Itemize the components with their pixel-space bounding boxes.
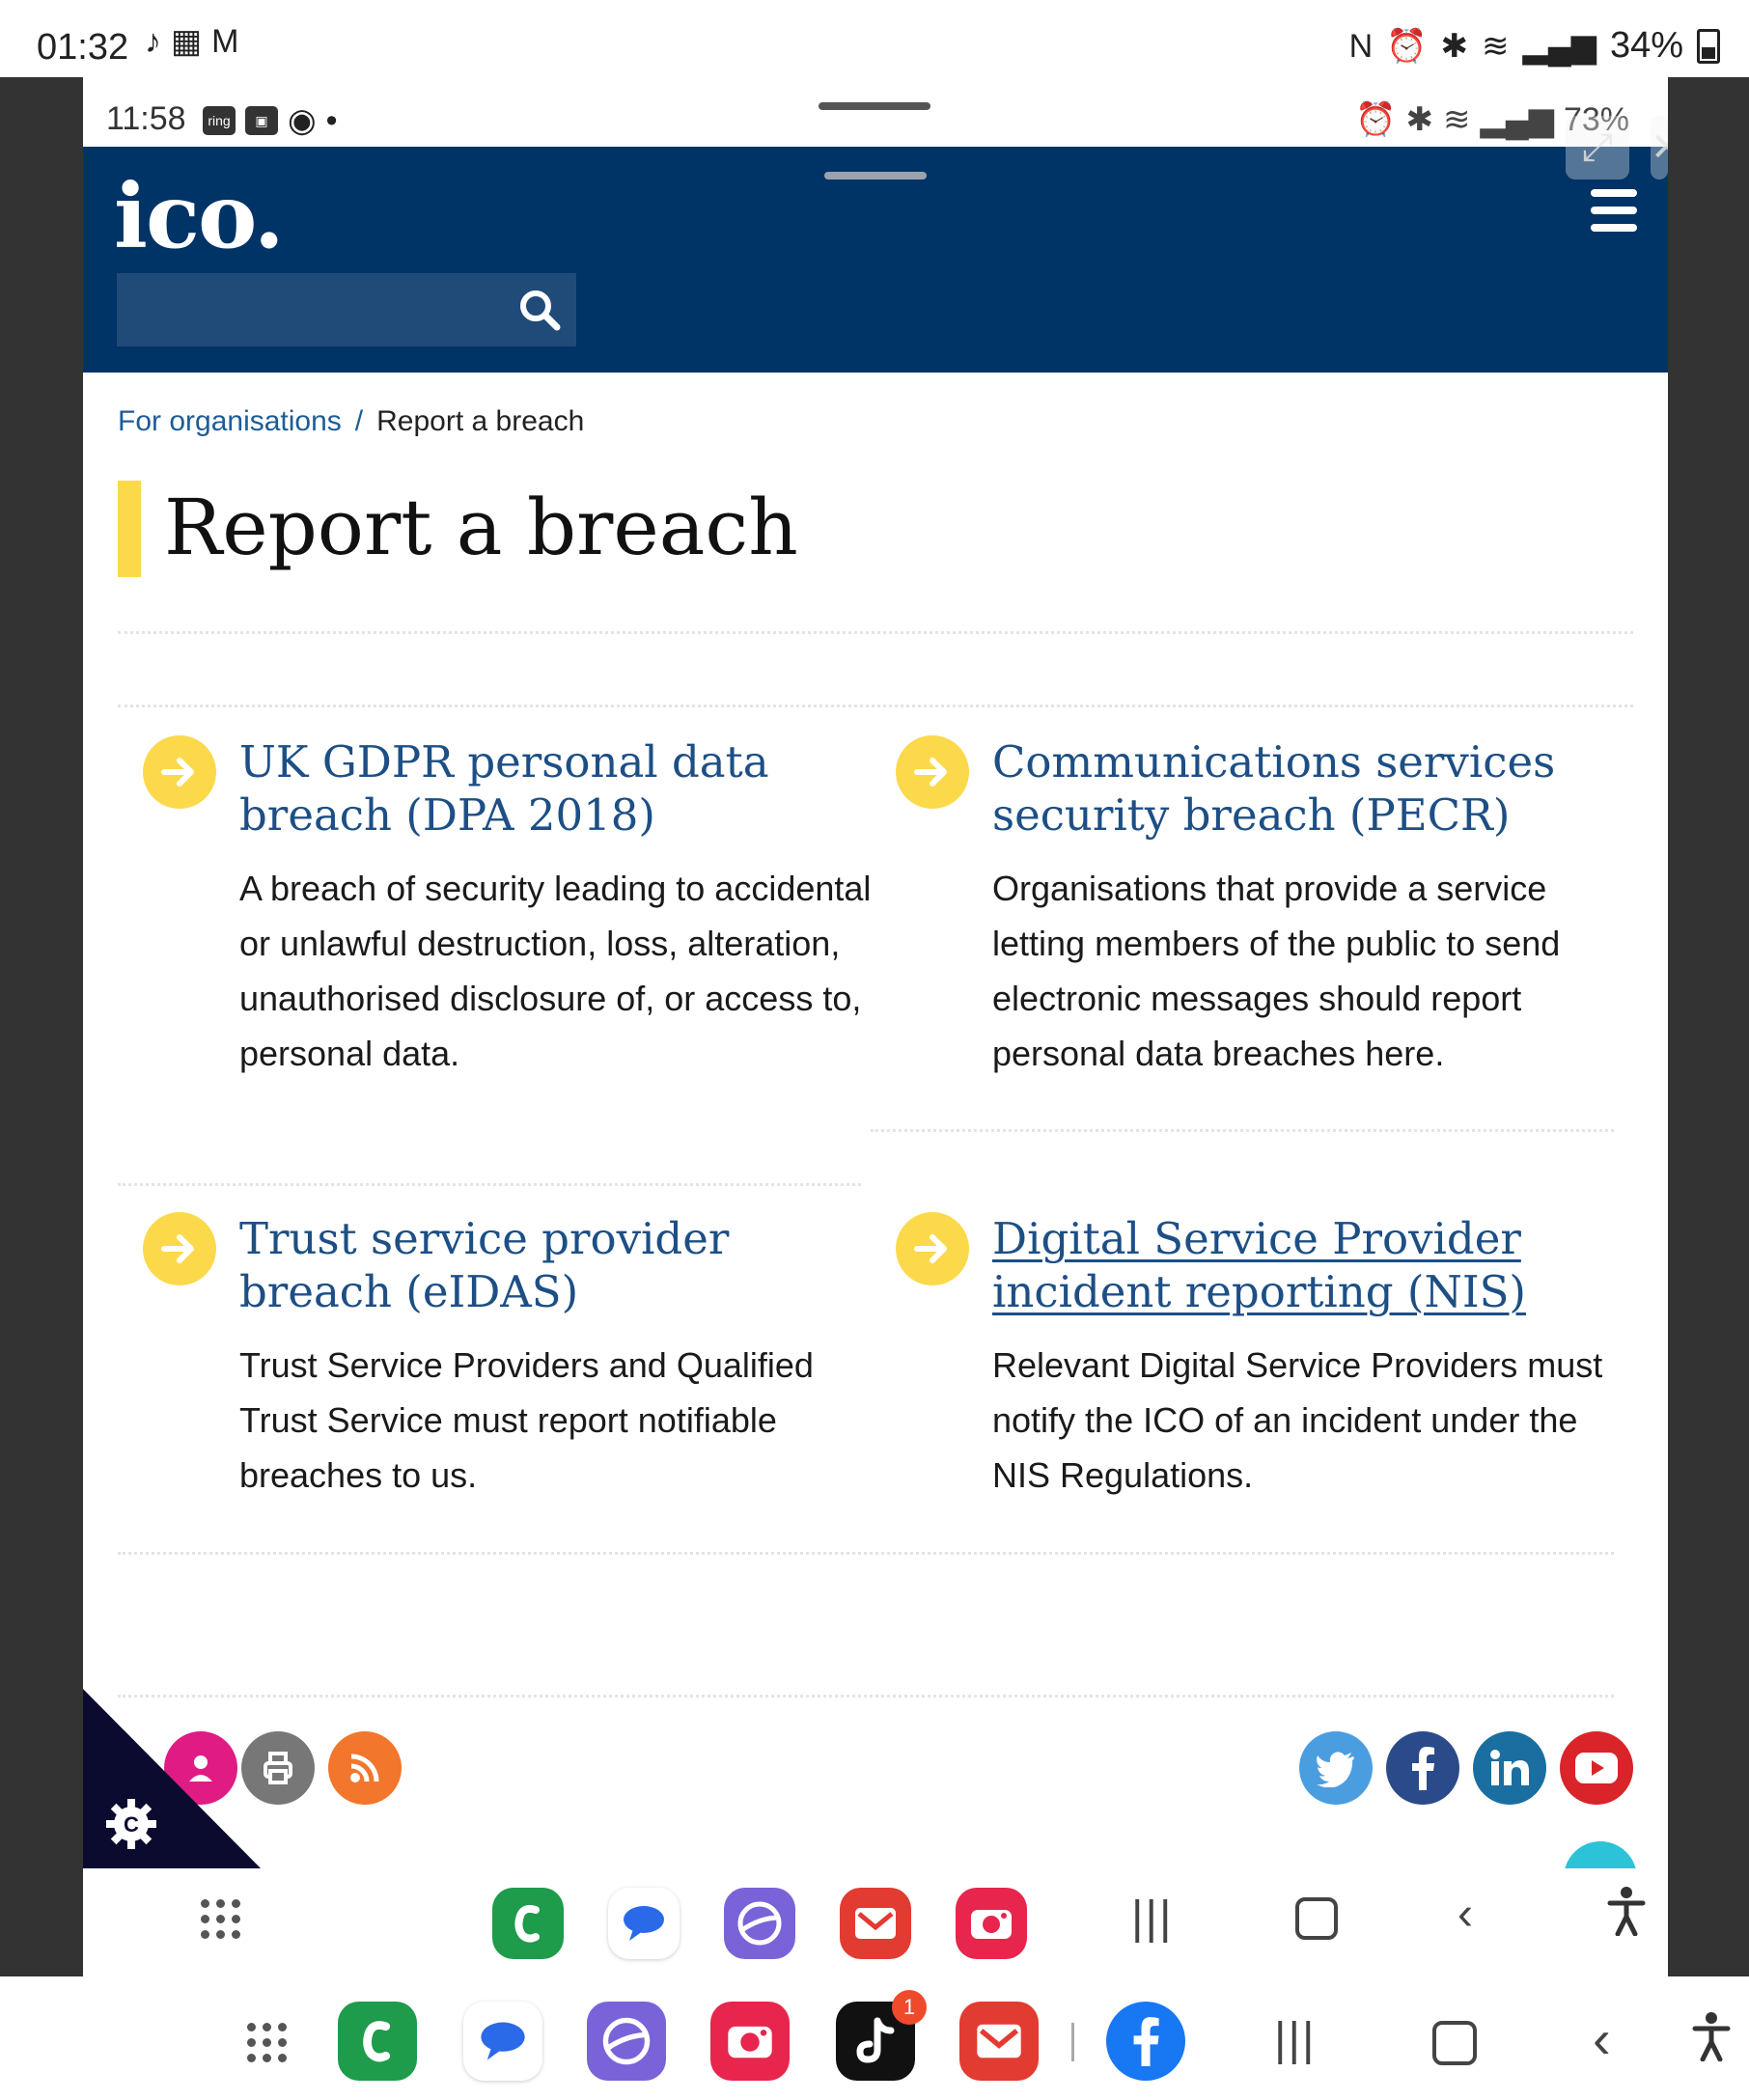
outer-camera-app-icon[interactable]: [710, 2002, 790, 2081]
outer-clock: 01:32: [37, 27, 129, 68]
outer-home-icon[interactable]: [1432, 2021, 1477, 2065]
outer-battery-percent: 34%: [1609, 25, 1683, 66]
accessibility-icon[interactable]: [1606, 1886, 1647, 1948]
dock-divider: [1071, 2023, 1074, 2061]
card-title: Communications services security breach …: [992, 735, 1629, 842]
breadcrumb-current: Report a breach: [376, 405, 585, 437]
messages-app-icon[interactable]: [608, 1888, 680, 1959]
card-link-nis[interactable]: Digital Service Provider incident report…: [992, 1213, 1526, 1317]
divider: [118, 1183, 861, 1186]
divider: [118, 1552, 1614, 1555]
card-nis: Digital Service Provider incident report…: [896, 1212, 1629, 1503]
back-icon[interactable]: ‹: [1458, 1888, 1473, 1941]
screen-frame-left: [0, 77, 83, 1976]
card-title: Digital Service Provider incident report…: [992, 1212, 1629, 1318]
breadcrumb-separator: /: [354, 405, 364, 437]
search-icon[interactable]: [516, 287, 563, 333]
nfc-icon: N: [1348, 27, 1374, 65]
outer-back-icon[interactable]: ‹: [1593, 2007, 1611, 2070]
arrow-right-icon[interactable]: [896, 735, 969, 809]
image-notification-icon: ▦: [171, 23, 203, 60]
window-drag-handle[interactable]: [819, 102, 930, 110]
screen-frame-right: [1668, 77, 1749, 1976]
card-link-pecr[interactable]: Communications services security breach …: [992, 736, 1555, 841]
title-accent-bar: [118, 481, 141, 577]
alarm-icon: ⏰: [1386, 27, 1428, 65]
bluetooth-icon: ✱: [1440, 27, 1469, 65]
outer-messages-app-icon[interactable]: [463, 2002, 542, 2081]
ico-logo[interactable]: ico.: [114, 164, 285, 268]
inner-wifi-icon: ≋: [1443, 101, 1471, 138]
linkedin-icon[interactable]: [1473, 1731, 1546, 1805]
internet-browser-icon[interactable]: [724, 1888, 795, 1959]
app-drawer-icon[interactable]: [201, 1899, 240, 1939]
card-link-eidas[interactable]: Trust service provider breach (eIDAS): [239, 1213, 729, 1317]
outer-app-drawer-icon[interactable]: [247, 2023, 287, 2062]
breadcrumb: For organisations / Report a breach: [118, 405, 584, 438]
card-description: A breach of security leading to accident…: [239, 869, 872, 1073]
inner-clock: 11:58: [106, 100, 186, 137]
card-description: Trust Service Providers and Qualified Tr…: [239, 1345, 814, 1495]
recent-apps-icon[interactable]: |||: [1131, 1892, 1173, 1945]
divider: [118, 705, 1633, 707]
outer-status-bar: 01:32 ♪ ▦ M N ⏰ ✱ ≋ ▂▄▆ 34%: [0, 0, 1749, 77]
battery-icon: [1697, 28, 1720, 64]
outer-accessibility-icon[interactable]: [1691, 2011, 1732, 2073]
outer-facebook-app-icon[interactable]: [1106, 2002, 1185, 2081]
site-header: ico.: [83, 147, 1668, 373]
card-uk-gdpr: UK GDPR personal data breach (DPA 2018) …: [143, 735, 876, 1081]
outer-taskbar: 1 ||| ‹: [0, 1976, 1749, 2100]
inner-alarm-icon: ⏰: [1355, 101, 1397, 138]
divider: [118, 631, 1633, 634]
home-icon[interactable]: [1295, 1897, 1338, 1940]
card-description: Relevant Digital Service Providers must …: [992, 1345, 1603, 1495]
menu-hamburger-icon[interactable]: [1591, 189, 1637, 232]
outer-internet-browser-icon[interactable]: [587, 2002, 666, 2081]
card-title: UK GDPR personal data breach (DPA 2018): [239, 735, 876, 842]
cookie-letter: C: [124, 1812, 139, 1837]
card-pecr: Communications services security breach …: [896, 735, 1629, 1081]
signal-icon: ▂▄▆: [1522, 27, 1596, 65]
search-input[interactable]: [117, 273, 522, 348]
youtube-icon[interactable]: [1560, 1731, 1633, 1805]
more-notifications-dot-icon: •: [325, 102, 338, 139]
breadcrumb-link-organisations[interactable]: For organisations: [118, 405, 342, 437]
camera-app-icon[interactable]: [956, 1888, 1027, 1959]
chrome-icon: ◉: [288, 102, 317, 139]
rss-icon[interactable]: [328, 1731, 402, 1805]
outer-email-app-icon[interactable]: [959, 2002, 1039, 2081]
expand-window-icon[interactable]: ⤢: [1566, 116, 1629, 180]
ring-app-icon: ring: [203, 106, 236, 135]
search-box: [117, 273, 576, 348]
card-link-uk-gdpr[interactable]: UK GDPR personal data breach (DPA 2018): [239, 736, 769, 841]
close-window-icon[interactable]: ✕: [1651, 116, 1668, 180]
arrow-right-icon[interactable]: [143, 1212, 216, 1285]
twitter-icon[interactable]: [1299, 1731, 1373, 1805]
arrow-right-icon[interactable]: [896, 1212, 969, 1285]
tiktok-notification-icon: ♪: [145, 23, 161, 60]
outer-phone-app-icon[interactable]: [338, 2002, 417, 2081]
popup-window: 11:58 ring ▣ ◉ • ⏰ ✱ ≋ ▂▄▆ 73% ico. ⤢ ✕ …: [83, 77, 1668, 1976]
card-description: Organisations that provide a service let…: [992, 869, 1561, 1073]
card-title: Trust service provider breach (eIDAS): [239, 1212, 876, 1318]
inner-signal-icon: ▂▄▆: [1480, 101, 1554, 138]
facebook-icon[interactable]: [1386, 1731, 1459, 1805]
inner-bluetooth-icon: ✱: [1405, 101, 1434, 138]
card-eidas: Trust service provider breach (eIDAS) Tr…: [143, 1212, 876, 1503]
tiktok-notification-badge: 1: [892, 1990, 927, 2025]
outer-recent-apps-icon[interactable]: |||: [1274, 2013, 1316, 2066]
arrow-right-icon[interactable]: [143, 735, 216, 809]
cookie-settings-gear-icon[interactable]: C: [104, 1797, 158, 1851]
divider: [871, 1129, 1614, 1132]
page-title: Report a breach: [164, 483, 798, 572]
inner-taskbar: ||| ‹: [83, 1868, 1668, 1976]
phone-app-icon[interactable]: [492, 1888, 564, 1959]
gallery-icon: ▣: [245, 106, 278, 135]
gmail-notification-icon: M: [211, 23, 239, 60]
header-handle[interactable]: [824, 172, 927, 180]
email-app-icon[interactable]: [840, 1888, 911, 1959]
divider: [118, 1695, 1614, 1698]
wifi-icon: ≋: [1482, 27, 1510, 65]
inner-status-bar: 11:58 ring ▣ ◉ • ⏰ ✱ ≋ ▂▄▆ 73%: [83, 77, 1668, 147]
